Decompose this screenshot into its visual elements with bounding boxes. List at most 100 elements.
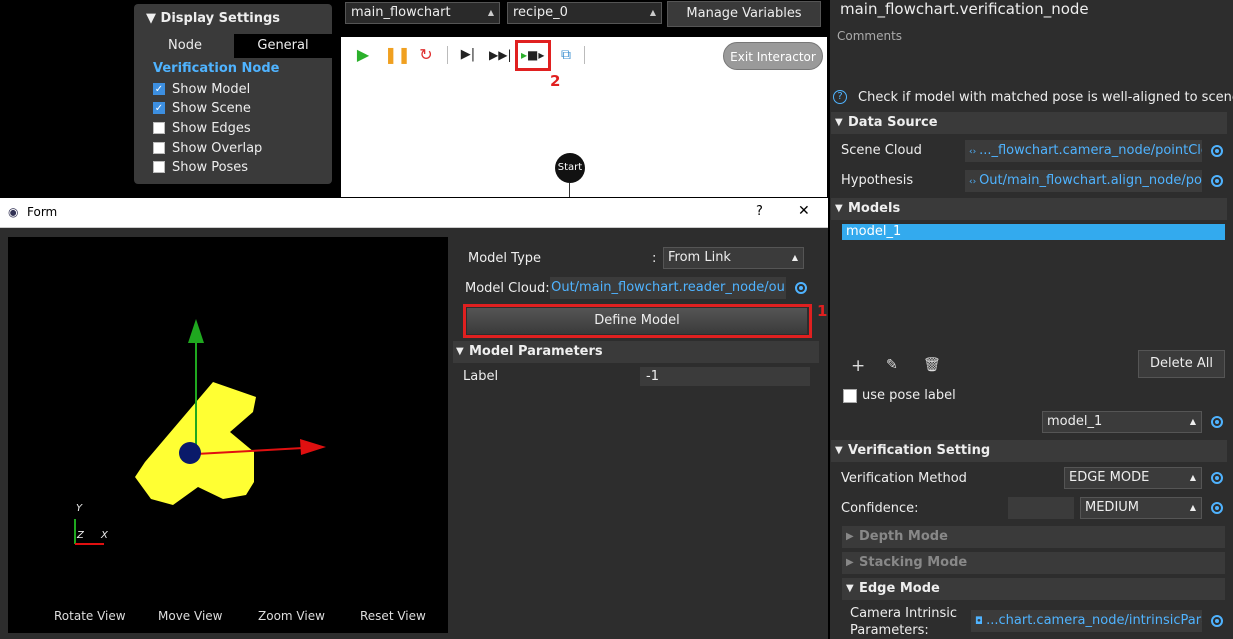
camera-intrinsic-label-2: Parameters:: [850, 623, 929, 638]
camera-intrinsic-link[interactable]: ◘ ...chart.camera_node/intrinsicParam: [971, 610, 1202, 632]
toolbar-divider: [447, 46, 448, 64]
label-input[interactable]: -1: [640, 367, 810, 386]
label-label: Label: [463, 369, 499, 384]
display-settings-panel: ▼ Display Settings Node General Verifica…: [134, 4, 332, 184]
node-description: Check if model with matched pose is well…: [858, 90, 1233, 105]
target-icon[interactable]: [1211, 416, 1223, 428]
delete-icon[interactable]: 🗑: [923, 357, 941, 373]
depth-mode-header[interactable]: ▶ Depth Mode: [842, 526, 1225, 548]
flowchart-select[interactable]: main_flowchart ▲: [345, 2, 500, 24]
stacking-mode-header[interactable]: ▶ Stacking Mode: [842, 552, 1225, 574]
hypothesis-label: Hypothesis: [841, 173, 914, 188]
move-view-button[interactable]: Move View: [158, 609, 222, 623]
show-scene-checkbox[interactable]: ✓ Show Scene: [153, 99, 251, 117]
app-icon: ◉: [8, 205, 19, 219]
collapse-triangle-icon: ▼: [456, 346, 464, 357]
show-poses-checkbox[interactable]: Show Poses: [153, 158, 248, 176]
model-type-label: Model Type: [468, 251, 542, 266]
axis-label-z: Z: [77, 530, 84, 541]
delete-all-button[interactable]: Delete All: [1138, 350, 1225, 378]
camera-intrinsic-label: Camera Intrinsic: [850, 606, 958, 621]
models-header[interactable]: ▼ Models: [831, 198, 1227, 220]
connector-line: [569, 183, 570, 197]
spin-arrows-icon: ▲: [649, 8, 656, 17]
spin-arrows-icon: ▲: [1189, 503, 1196, 512]
axis-label-x: X: [101, 530, 108, 541]
zoom-view-button[interactable]: Zoom View: [258, 609, 325, 623]
reset-view-button[interactable]: Reset View: [360, 609, 426, 623]
verification-method-select[interactable]: EDGE MODE ▲: [1064, 467, 1202, 489]
show-overlap-checkbox[interactable]: Show Overlap: [153, 139, 262, 157]
section-verification-node: Verification Node: [153, 61, 280, 76]
expand-triangle-icon: ▶: [846, 531, 854, 542]
expand-triangle-icon: ▶: [846, 557, 854, 568]
recipe-select[interactable]: recipe_0 ▲: [507, 2, 662, 24]
target-icon[interactable]: [1211, 175, 1223, 187]
spin-arrows-icon: ▲: [1189, 473, 1196, 482]
target-icon[interactable]: [1211, 615, 1223, 627]
model-list-item[interactable]: model_1: [842, 224, 1225, 240]
fast-forward-icon[interactable]: ▶▶|: [489, 44, 512, 66]
form-title: Form: [27, 205, 58, 219]
verification-setting-header[interactable]: ▼ Verification Setting: [831, 440, 1227, 462]
model-select[interactable]: model_1 ▲: [1042, 411, 1202, 433]
model-cloud-render: [74, 319, 326, 545]
annotation-2: 2: [550, 72, 561, 90]
tab-node[interactable]: Node: [136, 34, 234, 58]
highlight-box-2: [515, 40, 551, 71]
annotation-1: 1: [817, 302, 828, 320]
link-icon: ‹›: [969, 177, 980, 187]
display-settings-title[interactable]: ▼ Display Settings: [146, 11, 280, 26]
target-icon[interactable]: [1211, 472, 1223, 484]
spin-arrows-icon: ▲: [1189, 417, 1196, 426]
spin-arrows-icon: ▲: [487, 8, 494, 17]
hypothesis-link[interactable]: ‹› Out/main_flowchart.align_node/poses: [965, 170, 1202, 192]
comments-field[interactable]: Comments: [837, 29, 902, 43]
play-icon[interactable]: ▶: [352, 44, 374, 66]
spin-arrows-icon: ▲: [791, 253, 798, 262]
confidence-value-input[interactable]: [1008, 497, 1074, 519]
checkmark-icon: ✓: [153, 83, 165, 95]
target-icon[interactable]: [795, 282, 807, 294]
confidence-label: Confidence:: [841, 501, 919, 516]
collapse-triangle-icon: ▼: [835, 117, 843, 128]
scene-cloud-link[interactable]: ‹› ..._flowchart.camera_node/pointCloud: [965, 140, 1202, 162]
start-node[interactable]: Start: [555, 153, 585, 183]
edit-icon[interactable]: ✎: [886, 357, 898, 373]
collapse-triangle-icon: ▼: [846, 583, 854, 594]
step-icon[interactable]: ▶|: [457, 44, 479, 66]
scene-cloud-label: Scene Cloud: [841, 143, 922, 158]
close-button[interactable]: ✕: [798, 203, 810, 219]
help-button[interactable]: ?: [756, 204, 763, 219]
target-icon[interactable]: [1211, 502, 1223, 514]
model-parameters-header[interactable]: ▼ Model Parameters: [453, 341, 819, 363]
form-titlebar: ◉ Form ? ✕: [0, 198, 828, 228]
use-pose-label-checkbox[interactable]: [843, 389, 857, 403]
manage-variables-button[interactable]: Manage Variables: [667, 1, 821, 27]
tab-general[interactable]: General: [234, 34, 332, 58]
restart-icon[interactable]: ↻: [415, 44, 437, 66]
show-model-checkbox[interactable]: ✓ Show Model: [153, 80, 250, 98]
pause-icon[interactable]: ❚❚: [384, 44, 411, 66]
link-icon: ‹›: [969, 147, 980, 157]
use-pose-label-text: use pose label: [862, 388, 956, 403]
colon: :: [652, 251, 657, 266]
exit-interactor-button[interactable]: Exit Interactor: [723, 42, 823, 70]
node-debug-icon[interactable]: ⧉: [555, 44, 577, 66]
verification-method-label: Verification Method: [841, 471, 967, 486]
edge-mode-header[interactable]: ▼ Edge Mode: [842, 578, 1225, 600]
3d-viewer[interactable]: Y Z X: [8, 237, 448, 633]
confidence-select[interactable]: MEDIUM ▲: [1080, 497, 1202, 519]
camera-icon: ◘: [975, 616, 987, 627]
show-edges-checkbox[interactable]: Show Edges: [153, 119, 251, 137]
rotate-view-button[interactable]: Rotate View: [54, 609, 126, 623]
data-source-header[interactable]: ▼ Data Source: [831, 112, 1227, 134]
axis-label-y: Y: [76, 503, 83, 514]
checkmark-icon: ✓: [153, 102, 165, 114]
add-icon[interactable]: +: [851, 356, 865, 376]
model-cloud-link[interactable]: Out/main_flowchart.reader_node/ou: [550, 277, 786, 299]
target-icon[interactable]: [1211, 145, 1223, 157]
help-icon: ?: [833, 90, 847, 104]
model-type-select[interactable]: From Link ▲: [663, 247, 804, 269]
collapse-triangle-icon: ▼: [835, 203, 843, 214]
